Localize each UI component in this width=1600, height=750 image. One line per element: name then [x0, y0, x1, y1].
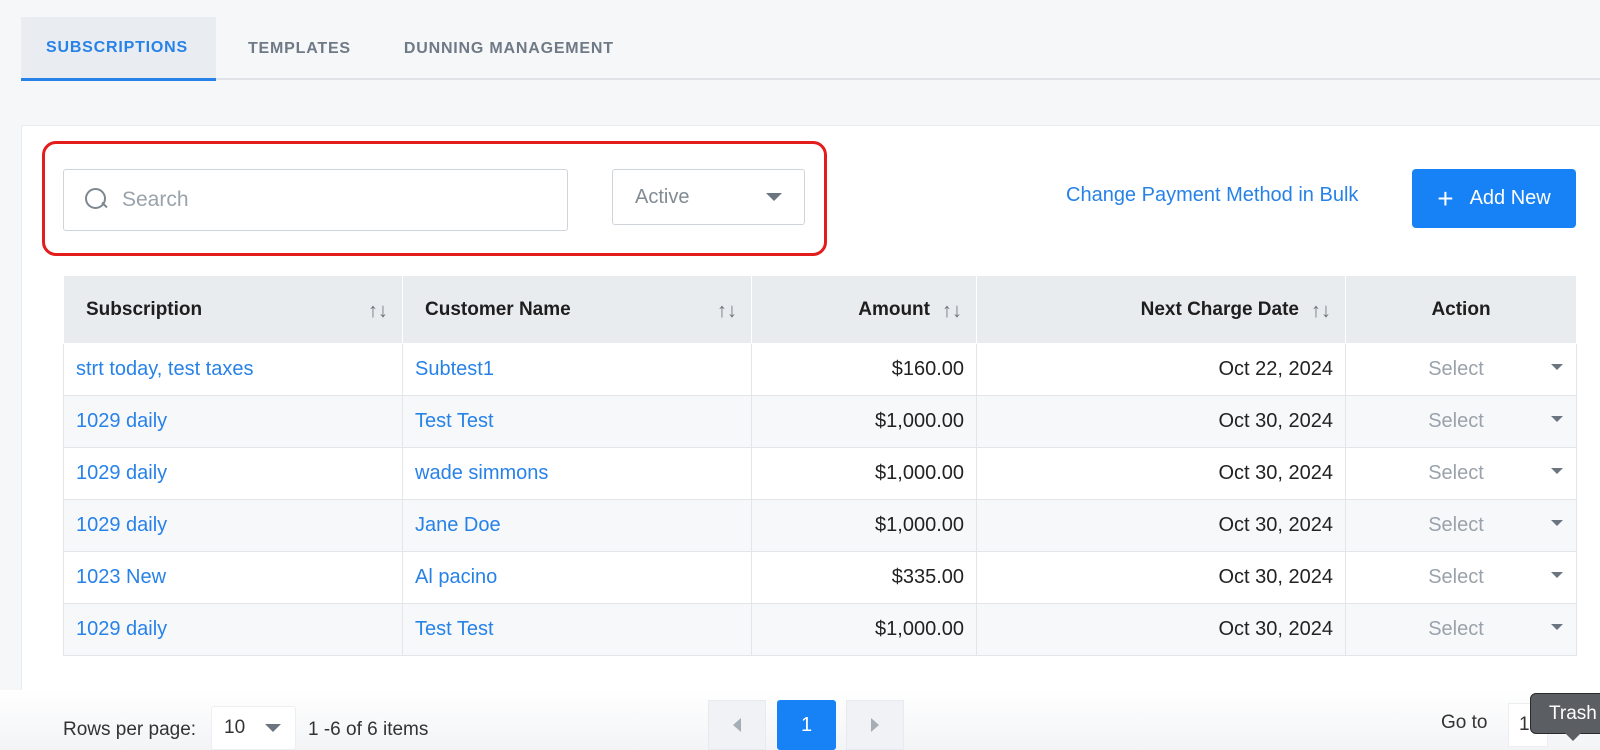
sort-icon[interactable]: ↑↓ — [942, 300, 962, 323]
customer-link[interactable]: Subtest1 — [402, 343, 752, 396]
action-select[interactable]: Select — [1345, 395, 1577, 448]
table-row: 1029 daily Jane Doe $1,000.00 Oct 30, 20… — [63, 499, 1577, 552]
rows-per-page-label: Rows per page: — [63, 719, 197, 740]
chevron-down-icon — [1551, 364, 1563, 370]
change-payment-method-bulk-link[interactable]: Change Payment Method in Bulk — [1066, 184, 1358, 207]
header-amount[interactable]: Amount ↑↓ — [751, 275, 977, 344]
search-icon — [84, 187, 110, 213]
amount-cell: $1,000.00 — [751, 395, 977, 448]
previous-page-button[interactable] — [708, 700, 766, 750]
status-filter-select[interactable]: Active — [612, 169, 805, 225]
customer-link[interactable]: Test Test — [402, 395, 752, 448]
subscription-link[interactable]: 1029 daily — [63, 603, 403, 656]
sort-icon[interactable]: ↑↓ — [1311, 300, 1331, 323]
subscription-link[interactable]: strt today, test taxes — [63, 343, 403, 396]
search-input[interactable] — [122, 188, 542, 212]
plus-icon: + — [1437, 182, 1454, 214]
add-new-button[interactable]: + Add New — [1412, 169, 1576, 228]
next-page-button[interactable] — [846, 700, 904, 750]
action-select[interactable]: Select — [1345, 447, 1577, 500]
chevron-left-icon — [733, 718, 741, 732]
chevron-right-icon — [871, 718, 879, 732]
item-range-text: 1 -6 of 6 items — [308, 719, 429, 740]
chevron-down-icon — [1551, 468, 1563, 474]
header-action: Action — [1345, 275, 1577, 344]
action-select-label: Select — [1428, 410, 1484, 432]
amount-cell: $335.00 — [751, 551, 977, 604]
trash-tooltip: Trash — [1530, 693, 1600, 741]
status-filter-value: Active — [635, 185, 690, 208]
table-row: 1029 daily wade simmons $1,000.00 Oct 30… — [63, 447, 1577, 500]
sort-icon[interactable]: ↑↓ — [717, 300, 737, 323]
header-next-charge-label: Next Charge Date — [1140, 298, 1299, 320]
action-select-label: Select — [1428, 566, 1484, 588]
action-select[interactable]: Select — [1345, 603, 1577, 656]
header-subscription-label: Subscription — [86, 298, 203, 320]
header-action-label: Action — [1431, 298, 1491, 320]
customer-link[interactable]: Al pacino — [402, 551, 752, 604]
amount-cell: $1,000.00 — [751, 603, 977, 656]
next-charge-date-cell: Oct 30, 2024 — [976, 603, 1346, 656]
subscription-link[interactable]: 1023 New — [63, 551, 403, 604]
table-header-row: Subscription ↑↓ Customer Name ↑↓ Amount … — [63, 275, 1577, 344]
header-next-charge-date[interactable]: Next Charge Date ↑↓ — [976, 275, 1346, 344]
action-select[interactable]: Select — [1345, 499, 1577, 552]
action-select-label: Select — [1428, 514, 1484, 536]
action-select[interactable]: Select — [1345, 551, 1577, 604]
subscriptions-table: Subscription ↑↓ Customer Name ↑↓ Amount … — [63, 275, 1577, 656]
next-charge-date-cell: Oct 30, 2024 — [976, 499, 1346, 552]
table-row: 1029 daily Test Test $1,000.00 Oct 30, 2… — [63, 603, 1577, 656]
subscription-link[interactable]: 1029 daily — [63, 395, 403, 448]
search-box[interactable] — [63, 169, 568, 231]
header-customer-name[interactable]: Customer Name ↑↓ — [402, 275, 752, 344]
customer-link[interactable]: wade simmons — [402, 447, 752, 500]
table-row: strt today, test taxes Subtest1 $160.00 … — [63, 343, 1577, 396]
page-1-button[interactable]: 1 — [777, 700, 836, 750]
table-body: strt today, test taxes Subtest1 $160.00 … — [63, 343, 1577, 656]
customer-link[interactable]: Test Test — [402, 603, 752, 656]
table-row: 1029 daily Test Test $1,000.00 Oct 30, 2… — [63, 395, 1577, 448]
next-charge-date-cell: Oct 30, 2024 — [976, 447, 1346, 500]
tab-subscriptions[interactable]: SUBSCRIPTIONS — [21, 17, 216, 81]
subscription-link[interactable]: 1029 daily — [63, 499, 403, 552]
sort-icon[interactable]: ↑↓ — [368, 300, 388, 323]
amount-cell: $160.00 — [751, 343, 977, 396]
next-charge-date-cell: Oct 22, 2024 — [976, 343, 1346, 396]
goto-label: Go to — [1441, 712, 1488, 733]
amount-cell: $1,000.00 — [751, 447, 977, 500]
tab-dunning-management[interactable]: DUNNING MANAGEMENT — [379, 17, 642, 80]
chevron-down-icon — [766, 193, 782, 201]
customer-link[interactable]: Jane Doe — [402, 499, 752, 552]
chevron-down-icon — [1551, 520, 1563, 526]
add-new-label: Add New — [1469, 187, 1551, 209]
tab-bar: SUBSCRIPTIONS TEMPLATES DUNNING MANAGEME… — [21, 17, 1600, 81]
chevron-down-icon — [1551, 572, 1563, 578]
next-charge-date-cell: Oct 30, 2024 — [976, 395, 1346, 448]
action-select-label: Select — [1428, 358, 1484, 380]
chevron-down-icon — [1551, 624, 1563, 630]
rows-per-page-select[interactable]: 10 — [211, 706, 296, 750]
header-amount-label: Amount — [858, 298, 930, 320]
subscription-link[interactable]: 1029 daily — [63, 447, 403, 500]
action-select[interactable]: Select — [1345, 343, 1577, 396]
chevron-down-icon — [265, 724, 281, 732]
action-select-label: Select — [1428, 462, 1484, 484]
amount-cell: $1,000.00 — [751, 499, 977, 552]
header-customer-label: Customer Name — [425, 298, 571, 320]
next-charge-date-cell: Oct 30, 2024 — [976, 551, 1346, 604]
table-row: 1023 New Al pacino $335.00 Oct 30, 2024 … — [63, 551, 1577, 604]
tab-templates[interactable]: TEMPLATES — [216, 17, 379, 80]
chevron-down-icon — [1551, 416, 1563, 422]
header-subscription[interactable]: Subscription ↑↓ — [63, 275, 403, 344]
action-select-label: Select — [1428, 618, 1484, 640]
rows-per-page-value: 10 — [224, 717, 246, 738]
